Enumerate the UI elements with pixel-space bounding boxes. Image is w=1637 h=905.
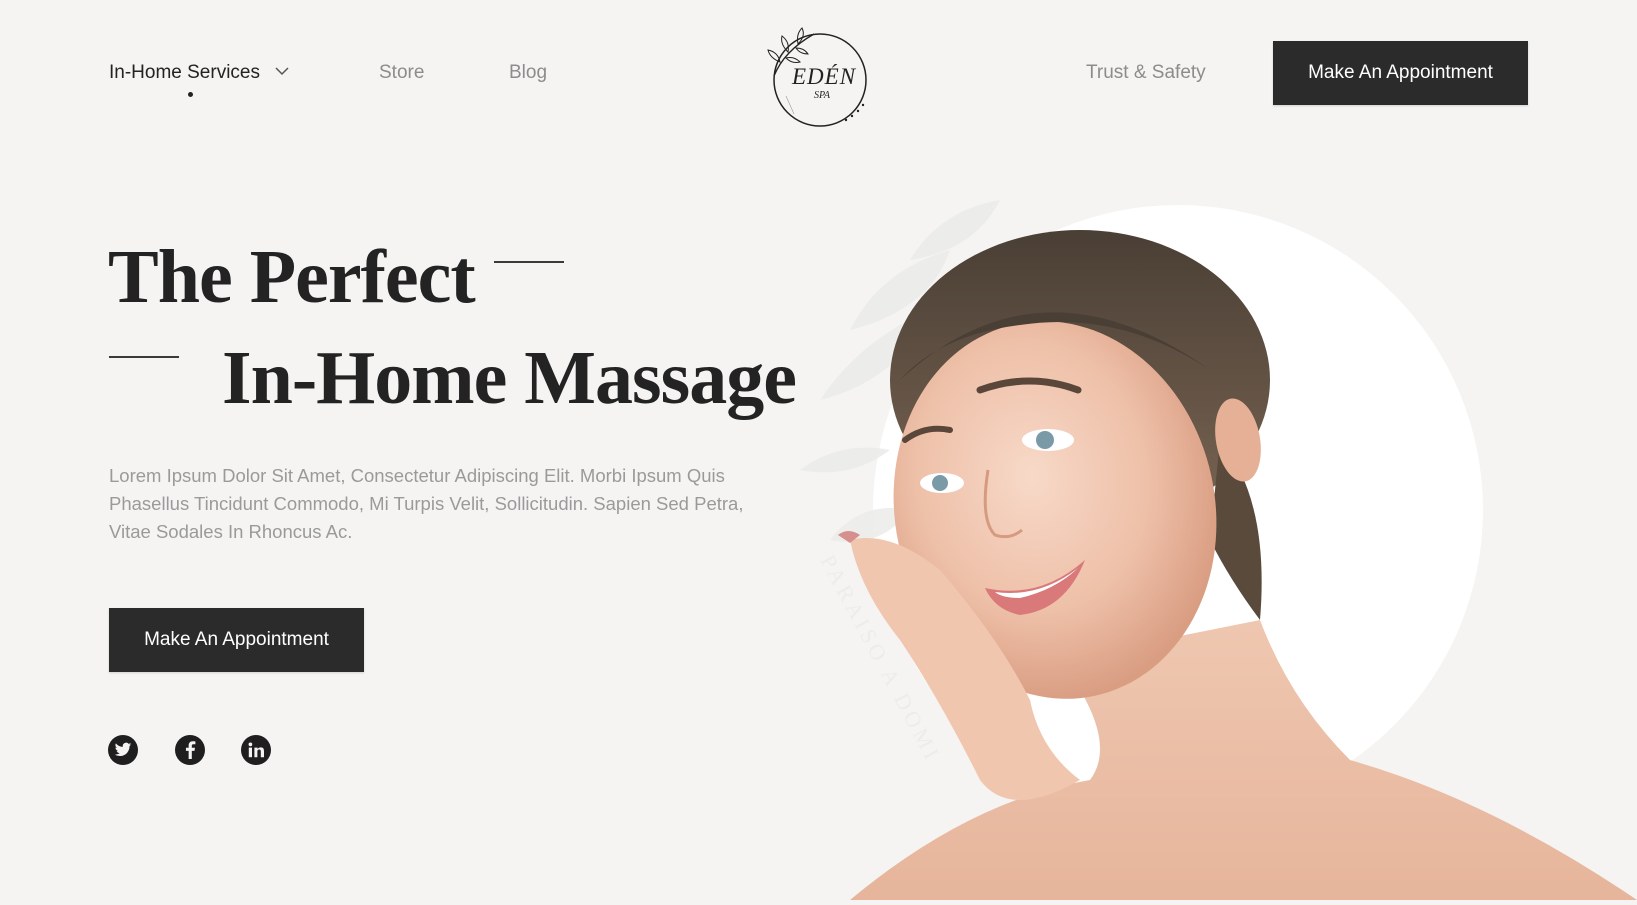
hero-illustration: PARAISO A DOMI [800, 200, 1637, 900]
title-decoration-line [494, 261, 564, 263]
title-decoration-line [109, 356, 179, 358]
nav-item-trust-safety[interactable]: Trust & Safety [1086, 62, 1206, 84]
nav-item-in-home-services[interactable]: In-Home Services [109, 62, 289, 84]
nav-item-label: In-Home Services [109, 62, 260, 83]
hero-appointment-button[interactable]: Make An Appointment [109, 608, 364, 672]
linkedin-glyph [248, 742, 264, 758]
header-appointment-button[interactable]: Make An Appointment [1273, 41, 1528, 105]
eden-spa-logo[interactable]: EDÉN SPA [764, 26, 874, 130]
twitter-glyph [114, 742, 132, 757]
facebook-glyph [185, 741, 196, 759]
logo-subtitle: SPA [814, 90, 830, 101]
active-indicator [188, 92, 193, 97]
hero-title-line-2: In-Home Massage [222, 336, 797, 420]
linkedin-icon[interactable] [241, 735, 271, 765]
nav-item-store[interactable]: Store [379, 62, 424, 84]
twitter-icon[interactable] [108, 735, 138, 765]
chevron-down-icon [275, 67, 289, 76]
hero-model-image: PARAISO A DOMI [790, 140, 1637, 900]
nav-item-blog[interactable]: Blog [509, 62, 547, 84]
hero-title-line-1: The Perfect [108, 235, 476, 319]
logo-wordmark: EDÉN [792, 64, 857, 89]
facebook-icon[interactable] [175, 735, 205, 765]
hero-description: Lorem Ipsum Dolor Sit Amet, Consectetur … [109, 465, 744, 542]
